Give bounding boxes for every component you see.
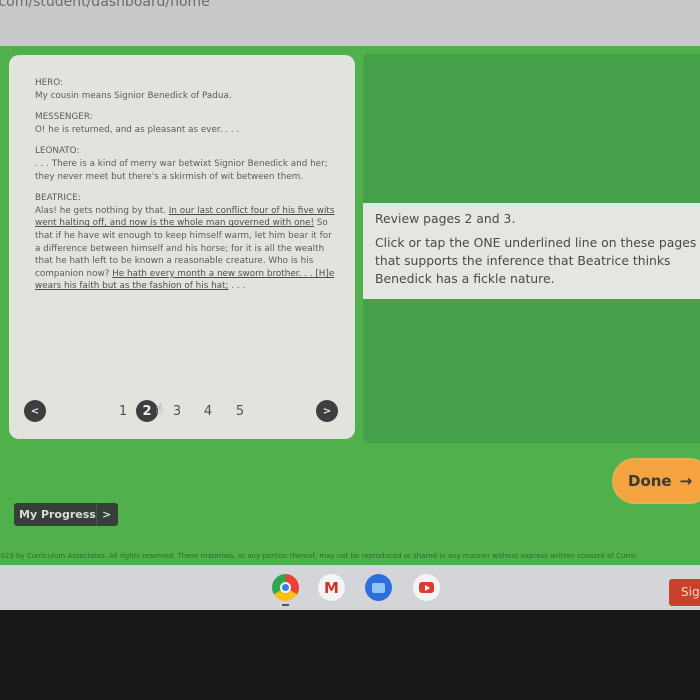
speaker-name: BEATRICE: — [35, 193, 81, 204]
my-progress-label: My Progress — [19, 508, 96, 521]
gmail-icon[interactable]: M — [318, 574, 345, 601]
text-segment: My cousin means Signior Benedick of Padu… — [35, 90, 232, 101]
speech-text: . . . There is a kind of merry war betwi… — [35, 159, 328, 182]
text-segment: O! he is returned, and as pleasant as ev… — [35, 124, 240, 135]
os-shelf: M Sign — [0, 565, 700, 610]
page-5-button[interactable]: 5 — [229, 400, 251, 422]
next-page-button[interactable]: > — [316, 400, 338, 422]
speaker-name: LEONATO: — [35, 146, 80, 157]
question-prompt: Review pages 2 and 3. Click or tap the O… — [363, 203, 700, 299]
chrome-icon[interactable] — [272, 574, 299, 601]
screen: .com/student/dashboard/home HERO: My cous… — [0, 0, 700, 700]
pager: < 1 2 3 4 5 ☝ > — [9, 389, 355, 439]
page-1-button[interactable]: 1 — [112, 400, 134, 422]
speech-block: MESSENGER: O! he is returned, and as plea… — [35, 111, 335, 136]
speaker-name: HERO: — [35, 78, 64, 88]
speaker-name: MESSENGER: — [35, 112, 93, 123]
speech-text: O! he is returned, and as pleasant as ev… — [35, 125, 239, 135]
speech-block: LEONATO: . . . There is a kind of merry w… — [35, 145, 335, 183]
prompt-instructions: Click or tap the ONE underlined line on … — [375, 235, 697, 286]
chevron-right-icon: > — [102, 508, 112, 521]
browser-url-bar[interactable]: .com/student/dashboard/home — [0, 0, 700, 47]
youtube-icon[interactable] — [413, 574, 440, 601]
page-2-button[interactable]: 2 — [136, 400, 158, 422]
speech-block: HERO: My cousin means Signior Benedick of… — [35, 77, 335, 102]
url-text[interactable]: .com/student/dashboard/home — [0, 0, 210, 10]
sign-out-button[interactable]: Sign — [669, 579, 700, 606]
screen-bezel — [0, 610, 700, 700]
files-icon[interactable] — [365, 574, 392, 601]
done-label: Done — [628, 472, 672, 490]
text-segment: Alas! he gets nothing by that. — [35, 205, 169, 216]
my-progress-button[interactable]: My Progress > — [14, 503, 118, 526]
copyright-text: 2023 by Curriculum Associates. All right… — [0, 552, 637, 560]
page-3-button[interactable]: 3 — [166, 400, 188, 422]
passage-text: HERO: My cousin means Signior Benedick of… — [35, 77, 335, 302]
arrow-right-icon: → — [679, 472, 693, 490]
prompt-title: Review pages 2 and 3. — [375, 211, 516, 226]
done-button[interactable]: Done → — [612, 458, 700, 504]
speech-text: My cousin means Signior Benedick of Padu… — [35, 91, 232, 101]
previous-page-button[interactable]: < — [24, 400, 46, 422]
page-4-button[interactable]: 4 — [197, 400, 219, 422]
app-area: HERO: My cousin means Signior Benedick of… — [0, 46, 700, 565]
text-segment: . . . — [228, 281, 246, 292]
speech-block: BEATRICE: Alas! he gets nothing by that. … — [35, 192, 335, 293]
text-segment: . . . There is a kind of merry war betwi… — [35, 158, 328, 182]
active-app-indicator — [282, 604, 289, 606]
speech-text: Alas! he gets nothing by that. In our la… — [35, 206, 334, 292]
passage-panel: HERO: My cousin means Signior Benedick of… — [9, 55, 355, 439]
